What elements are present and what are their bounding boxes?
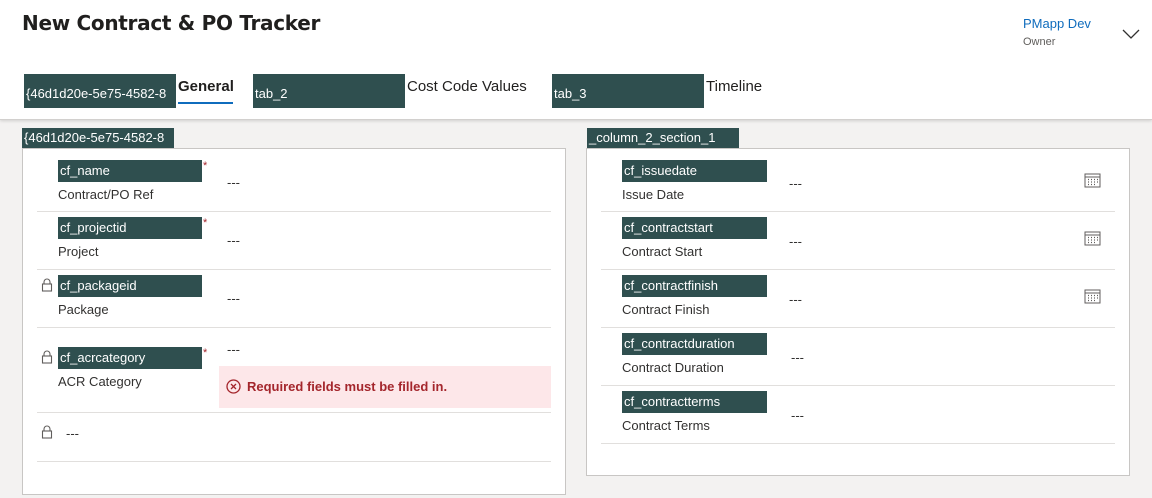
form-title: New Contract & PO Tracker xyxy=(22,11,321,35)
contract-duration-input[interactable]: --- xyxy=(791,350,804,365)
field-schema-tag: cf_name xyxy=(58,160,202,182)
field-label-contract-duration: Contract Duration xyxy=(622,360,724,375)
field-label-package: Package xyxy=(58,302,109,317)
lock-icon xyxy=(41,425,53,439)
error-circle-icon xyxy=(226,379,241,394)
issue-date-input[interactable]: --- xyxy=(789,176,802,191)
field-schema-tag: cf_contractstart xyxy=(622,217,767,239)
lock-icon xyxy=(41,278,53,292)
chevron-down-icon[interactable] xyxy=(1121,26,1141,42)
field-schema-tag: cf_issuedate xyxy=(622,160,767,182)
unlabeled-field-value: --- xyxy=(66,426,79,441)
field-schema-tag: cf_projectid xyxy=(58,217,202,239)
calendar-icon[interactable] xyxy=(1084,230,1101,246)
package-lookup-value: --- xyxy=(227,291,240,306)
field-schema-tag: cf_contractterms xyxy=(622,391,767,413)
required-asterisk: * xyxy=(203,217,208,229)
owner-block[interactable]: PMapp Dev Owner xyxy=(1023,16,1091,48)
form-header: New Contract & PO Tracker PMapp Dev Owne… xyxy=(0,0,1152,120)
owner-name[interactable]: PMapp Dev xyxy=(1023,16,1091,31)
tab-id-block-3: tab_3 xyxy=(552,74,704,108)
tab-id-block-2: tab_2 xyxy=(253,74,405,108)
tab-timeline[interactable]: Timeline xyxy=(706,78,762,95)
required-asterisk: * xyxy=(203,347,208,359)
project-lookup-input[interactable]: --- xyxy=(227,233,240,248)
validation-error-banner: Required fields must be filled in. xyxy=(219,366,551,408)
field-label-issue-date: Issue Date xyxy=(622,187,685,202)
field-label-project: Project xyxy=(58,244,99,259)
field-label-contract-finish: Contract Finish xyxy=(622,302,710,317)
required-asterisk: * xyxy=(203,160,208,172)
acr-category-value: --- xyxy=(227,342,240,357)
calendar-icon[interactable] xyxy=(1084,172,1101,188)
tab-general[interactable]: General xyxy=(178,78,234,95)
field-label-acr-category: ACR Category xyxy=(58,374,142,389)
contract-terms-input[interactable]: --- xyxy=(791,408,804,423)
lock-icon xyxy=(41,350,53,364)
section-tag-left: {46d1d20e-5e75-4582-8 xyxy=(22,128,174,148)
field-schema-tag: cf_acrcategory xyxy=(58,347,202,369)
field-label-contract-terms: Contract Terms xyxy=(622,418,710,433)
field-label-contract-start: Contract Start xyxy=(622,244,703,259)
error-message: Required fields must be filled in. xyxy=(247,379,448,394)
contract-po-ref-input[interactable]: --- xyxy=(227,175,240,190)
field-schema-tag: cf_packageid xyxy=(58,275,202,297)
field-schema-tag: cf_contractfinish xyxy=(622,275,767,297)
tab-id-block-1: {46d1d20e-5e75-4582-8 xyxy=(24,74,176,108)
contract-finish-input[interactable]: --- xyxy=(789,292,802,307)
tab-cost-code-values[interactable]: Cost Code Values xyxy=(407,78,527,95)
tab-selected-indicator xyxy=(178,102,233,104)
calendar-icon[interactable] xyxy=(1084,288,1101,304)
owner-role: Owner xyxy=(1023,36,1056,48)
field-row-unlabeled xyxy=(37,413,551,462)
contract-start-input[interactable]: --- xyxy=(789,234,802,249)
section-tag-right: _column_2_section_1 xyxy=(587,128,739,148)
field-label-contract-po-ref: Contract/PO Ref xyxy=(58,187,154,202)
field-schema-tag: cf_contractduration xyxy=(622,333,767,355)
